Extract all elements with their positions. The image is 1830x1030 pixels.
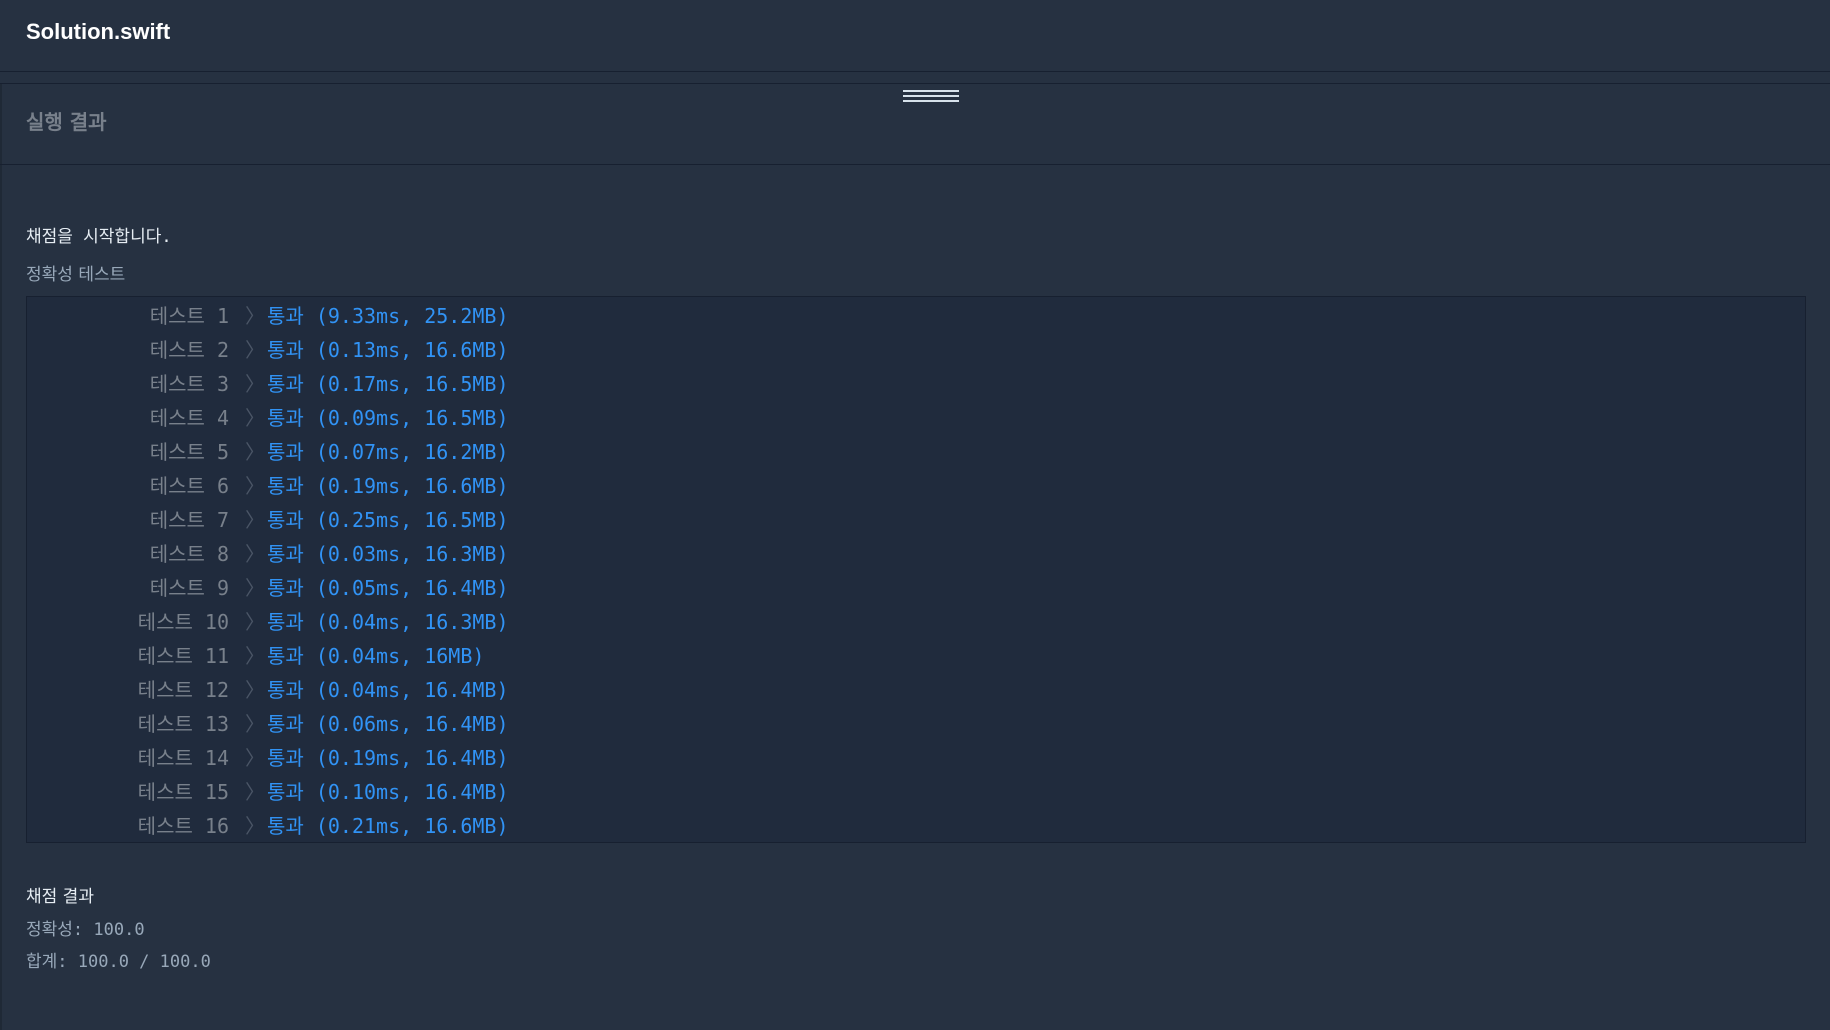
test-label: 테스트 4 <box>149 406 229 430</box>
chevron-right-icon: 〉 <box>245 304 265 328</box>
test-label: 테스트 6 <box>149 474 229 498</box>
chevron-right-icon: 〉 <box>245 474 265 498</box>
test-result: 통과 (0.03ms, 16.3MB) <box>267 542 509 566</box>
test-row: 테스트 6 〉 통과 (0.19ms, 16.6MB) <box>27 469 1805 503</box>
test-row: 테스트 11 〉 통과 (0.04ms, 16MB) <box>27 639 1805 673</box>
chevron-right-icon: 〉 <box>245 780 265 804</box>
test-row: 테스트 7 〉 통과 (0.25ms, 16.5MB) <box>27 503 1805 537</box>
handle-line <box>903 100 959 102</box>
test-result: 통과 (0.19ms, 16.4MB) <box>267 746 509 770</box>
panel-title: 실행 결과 <box>26 110 107 134</box>
resize-handle-icon[interactable] <box>903 88 959 104</box>
chevron-right-icon: 〉 <box>245 508 265 532</box>
test-result: 통과 (0.04ms, 16.4MB) <box>267 678 509 702</box>
test-label: 테스트 2 <box>149 338 229 362</box>
section-label: 정확성 테스트 <box>26 265 126 285</box>
test-label: 테스트 15 <box>137 780 229 804</box>
file-title: Solution.swift <box>26 19 171 44</box>
test-result: 통과 (0.04ms, 16.3MB) <box>267 610 509 634</box>
test-row: 테스트 2 〉 통과 (0.13ms, 16.6MB) <box>27 333 1805 367</box>
test-result: 통과 (0.06ms, 16.4MB) <box>267 712 509 736</box>
chevron-right-icon: 〉 <box>245 406 265 430</box>
test-row: 테스트 5 〉 통과 (0.07ms, 16.2MB) <box>27 435 1805 469</box>
accuracy-line: 정확성: 100.0 <box>26 920 145 940</box>
test-result: 통과 (0.21ms, 16.6MB) <box>267 814 509 838</box>
test-result: 통과 (9.33ms, 25.2MB) <box>267 304 509 328</box>
start-message: 채점을 시작합니다. <box>26 227 172 247</box>
test-row: 테스트 1 〉 통과 (9.33ms, 25.2MB) <box>27 299 1805 333</box>
chevron-right-icon: 〉 <box>245 576 265 600</box>
test-label: 테스트 1 <box>149 304 229 328</box>
handle-line <box>903 95 959 97</box>
chevron-right-icon: 〉 <box>245 372 265 396</box>
test-result: 통과 (0.09ms, 16.5MB) <box>267 406 509 430</box>
grading-result: 채점 결과 정확성: 100.0 합계: 100.0 / 100.0 <box>26 880 211 978</box>
test-row: 테스트 15 〉 통과 (0.10ms, 16.4MB) <box>27 775 1805 809</box>
handle-line <box>903 90 959 92</box>
chevron-right-icon: 〉 <box>245 678 265 702</box>
total-line: 합계: 100.0 / 100.0 <box>26 952 211 972</box>
chevron-right-icon: 〉 <box>245 610 265 634</box>
test-label: 테스트 13 <box>137 712 229 736</box>
test-results-box: 테스트 1 〉 통과 (9.33ms, 25.2MB) 테스트 2 〉 통과 (0.13m… <box>26 296 1806 843</box>
test-label: 테스트 10 <box>137 610 229 634</box>
chevron-right-icon: 〉 <box>245 542 265 566</box>
test-label: 테스트 5 <box>149 440 229 464</box>
test-label: 테스트 11 <box>137 644 229 668</box>
test-row: 테스트 14 〉 통과 (0.19ms, 16.4MB) <box>27 741 1805 775</box>
test-result: 통과 (0.10ms, 16.4MB) <box>267 780 509 804</box>
test-label: 테스트 16 <box>137 814 229 838</box>
test-row: 테스트 4 〉 통과 (0.09ms, 16.5MB) <box>27 401 1805 435</box>
test-label: 테스트 7 <box>149 508 229 532</box>
test-label: 테스트 12 <box>137 678 229 702</box>
test-row: 테스트 13 〉 통과 (0.06ms, 16.4MB) <box>27 707 1805 741</box>
test-result: 통과 (0.05ms, 16.4MB) <box>267 576 509 600</box>
test-row: 테스트 3 〉 통과 (0.17ms, 16.5MB) <box>27 367 1805 401</box>
chevron-right-icon: 〉 <box>245 644 265 668</box>
test-result: 통과 (0.17ms, 16.5MB) <box>267 372 509 396</box>
chevron-right-icon: 〉 <box>245 746 265 770</box>
test-label: 테스트 3 <box>149 372 229 396</box>
test-row: 테스트 12 〉 통과 (0.04ms, 16.4MB) <box>27 673 1805 707</box>
test-row: 테스트 10 〉 통과 (0.04ms, 16.3MB) <box>27 605 1805 639</box>
result-title: 채점 결과 <box>26 887 94 907</box>
test-result: 통과 (0.04ms, 16MB) <box>267 644 485 668</box>
test-result: 통과 (0.19ms, 16.6MB) <box>267 474 509 498</box>
divider-band <box>0 72 1830 84</box>
chevron-right-icon: 〉 <box>245 814 265 838</box>
chevron-right-icon: 〉 <box>245 338 265 362</box>
test-result: 통과 (0.07ms, 16.2MB) <box>267 440 509 464</box>
test-row: 테스트 16 〉 통과 (0.21ms, 16.6MB) <box>27 809 1805 843</box>
chevron-right-icon: 〉 <box>245 440 265 464</box>
test-row: 테스트 9 〉 통과 (0.05ms, 16.4MB) <box>27 571 1805 605</box>
test-result: 통과 (0.13ms, 16.6MB) <box>267 338 509 362</box>
test-label: 테스트 14 <box>137 746 229 770</box>
test-result: 통과 (0.25ms, 16.5MB) <box>267 508 509 532</box>
editor-header: Solution.swift <box>0 0 1830 72</box>
test-label: 테스트 8 <box>149 542 229 566</box>
test-label: 테스트 9 <box>149 576 229 600</box>
chevron-right-icon: 〉 <box>245 712 265 736</box>
test-row: 테스트 8 〉 통과 (0.03ms, 16.3MB) <box>27 537 1805 571</box>
